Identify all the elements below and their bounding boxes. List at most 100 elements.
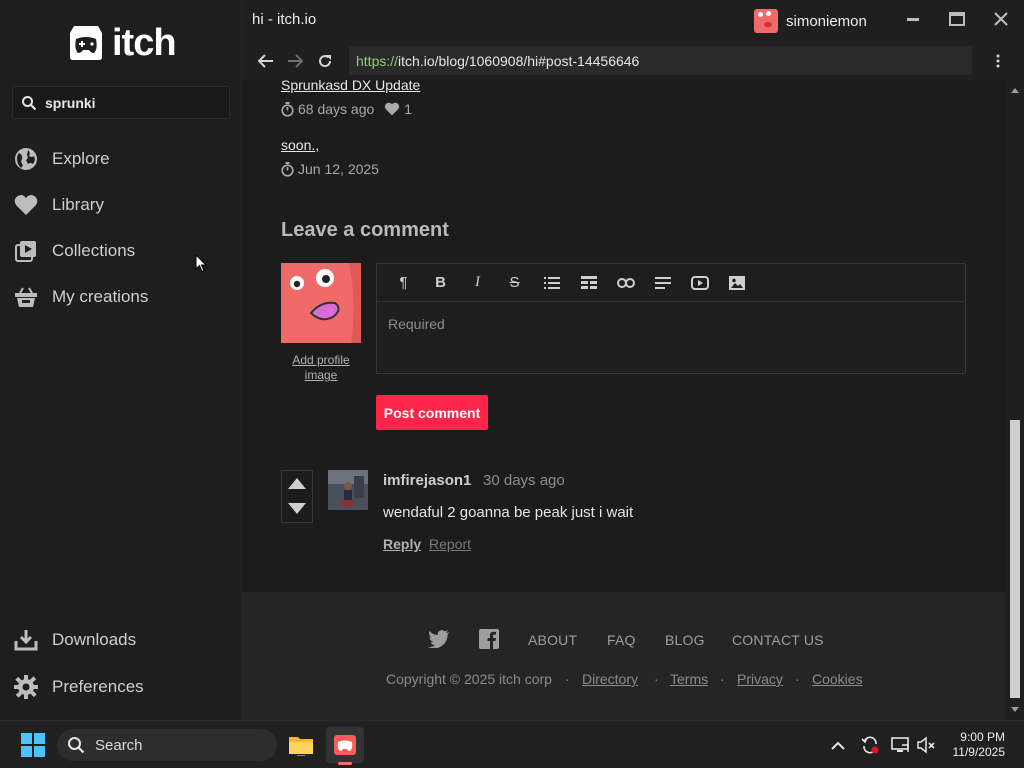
sidebar-item-preferences[interactable]: Preferences: [14, 672, 144, 702]
clock-date: 11/9/2025: [952, 745, 1006, 759]
minimize-button[interactable]: [898, 6, 928, 32]
sidebar-item-label: Preferences: [52, 677, 144, 696]
comment-body: wendaful 2 goanna be peak just i wait: [383, 504, 634, 521]
bold-button[interactable]: B: [422, 268, 459, 298]
image-icon: [728, 275, 745, 290]
start-button[interactable]: [14, 727, 52, 763]
paragraph-button[interactable]: ¶: [385, 268, 422, 298]
footer-link-contact[interactable]: CONTACT US: [732, 632, 824, 648]
taskbar-itch-app[interactable]: [326, 727, 364, 765]
itch-app-window: itch Explore Library Collections: [0, 0, 1024, 720]
arrow-right-icon: [288, 54, 303, 68]
sidebar-item-library[interactable]: Library: [14, 190, 104, 220]
user-menu[interactable]: simoniemon: [754, 9, 867, 33]
close-button[interactable]: [986, 6, 1016, 32]
table-button[interactable]: [570, 268, 607, 298]
paragraph-icon: ¶: [399, 274, 408, 291]
scroll-down-icon: [1011, 707, 1019, 712]
bullet-list-button[interactable]: [533, 268, 570, 298]
sidebar-item-downloads[interactable]: Downloads: [14, 625, 136, 655]
browser-toolbar: https://itch.io/blog/1060908/hi#post-144…: [242, 40, 1024, 80]
sidebar-item-explore[interactable]: Explore: [14, 144, 110, 174]
sidebar-item-my-creations[interactable]: My creations: [14, 282, 148, 312]
link-button[interactable]: [607, 268, 644, 298]
tray-overflow-button[interactable]: [828, 735, 848, 755]
search-icon: [68, 737, 85, 754]
footer-link-cookies[interactable]: Cookies: [812, 671, 863, 687]
maximize-icon: [949, 12, 965, 26]
gear-icon: [14, 675, 38, 699]
search-icon: [22, 95, 37, 110]
footer-link-about[interactable]: ABOUT: [528, 632, 577, 648]
basket-icon: [14, 285, 38, 309]
footer-link-faq[interactable]: FAQ: [607, 632, 636, 648]
link-icon: [616, 277, 635, 288]
tray-network[interactable]: [890, 735, 910, 755]
facebook-icon[interactable]: [478, 628, 500, 650]
comment-heading: Leave a comment: [281, 219, 449, 241]
site-footer: ABOUT FAQ BLOG CONTACT US Copyright © 20…: [242, 592, 1006, 720]
embed-video-button[interactable]: [681, 268, 718, 298]
download-icon: [14, 628, 38, 652]
commenter-avatar[interactable]: [328, 470, 368, 510]
comment-author[interactable]: imfirejason1: [383, 472, 471, 489]
downvote-button[interactable]: [282, 496, 312, 521]
post-link[interactable]: Sprunkasd DX Update: [281, 80, 420, 93]
volume-muted-icon: [917, 736, 935, 754]
sidebar-item-collections[interactable]: Collections: [14, 236, 135, 266]
clock-time: 9:00 PM: [960, 730, 1005, 744]
footer-link-directory[interactable]: Directory: [582, 671, 638, 687]
strikethrough-button[interactable]: S: [496, 268, 533, 298]
vote-box: [281, 470, 313, 523]
add-profile-image-link[interactable]: Add profile image: [281, 353, 361, 383]
tray-volume[interactable]: [916, 735, 936, 755]
upvote-button[interactable]: [282, 471, 312, 496]
comment-time: 30 days ago: [483, 472, 565, 489]
triangle-up-icon: [288, 478, 306, 489]
taskbar-clock[interactable]: 9:00 PM 11/9/2025: [953, 730, 1006, 760]
report-link[interactable]: Report: [429, 536, 471, 552]
taskbar-file-explorer[interactable]: [282, 727, 320, 763]
footer-link-blog[interactable]: BLOG: [665, 632, 705, 648]
sidebar-search[interactable]: [12, 86, 230, 119]
more-menu-button[interactable]: [988, 50, 1008, 72]
heart-icon: [384, 102, 400, 116]
back-button[interactable]: [251, 48, 281, 74]
sync-icon: [861, 736, 879, 754]
video-icon: [690, 275, 709, 290]
insert-image-button[interactable]: [718, 268, 755, 298]
maximize-button[interactable]: [942, 6, 972, 32]
url-path: itch.io/blog/1060908/hi#post-14456646: [398, 52, 640, 69]
minimize-icon: [907, 18, 919, 21]
post-comment-button[interactable]: Post comment: [376, 395, 488, 430]
post-link[interactable]: soon.,: [281, 137, 319, 153]
separator: ·: [720, 671, 725, 687]
search-input[interactable]: [45, 94, 215, 111]
align-button[interactable]: [644, 268, 681, 298]
footer-link-privacy[interactable]: Privacy: [737, 671, 783, 687]
page-scrollbar[interactable]: [1006, 80, 1024, 720]
taskbar-search-label: Search: [95, 736, 143, 754]
windows-icon: [21, 733, 45, 757]
reload-button[interactable]: [310, 48, 340, 74]
address-bar[interactable]: https://itch.io/blog/1060908/hi#post-144…: [349, 46, 972, 75]
italic-button[interactable]: I: [459, 268, 496, 298]
copyright-text: Copyright © 2025 itch corp: [386, 671, 552, 687]
taskbar-search[interactable]: Search: [57, 729, 277, 761]
forward-button[interactable]: [280, 48, 310, 74]
url-protocol: https://: [356, 52, 399, 69]
tray-sync[interactable]: [860, 735, 880, 755]
itch-logo[interactable]: itch: [66, 20, 186, 66]
bold-icon: B: [435, 274, 446, 291]
page-content: Sprunkasd DX Update 68 days ago 1 soon.,…: [242, 80, 1006, 720]
scroll-thumb[interactable]: [1010, 420, 1020, 698]
footer-link-terms[interactable]: Terms: [670, 671, 708, 687]
align-left-icon: [654, 276, 671, 289]
stopwatch-icon: [281, 101, 294, 117]
comment-textarea[interactable]: Required: [377, 302, 965, 346]
post-meta: Jun 12, 2025: [281, 161, 379, 177]
reply-link[interactable]: Reply: [383, 536, 421, 552]
folder-icon: [289, 737, 313, 756]
table-icon: [580, 276, 597, 289]
twitter-icon[interactable]: [428, 628, 450, 650]
